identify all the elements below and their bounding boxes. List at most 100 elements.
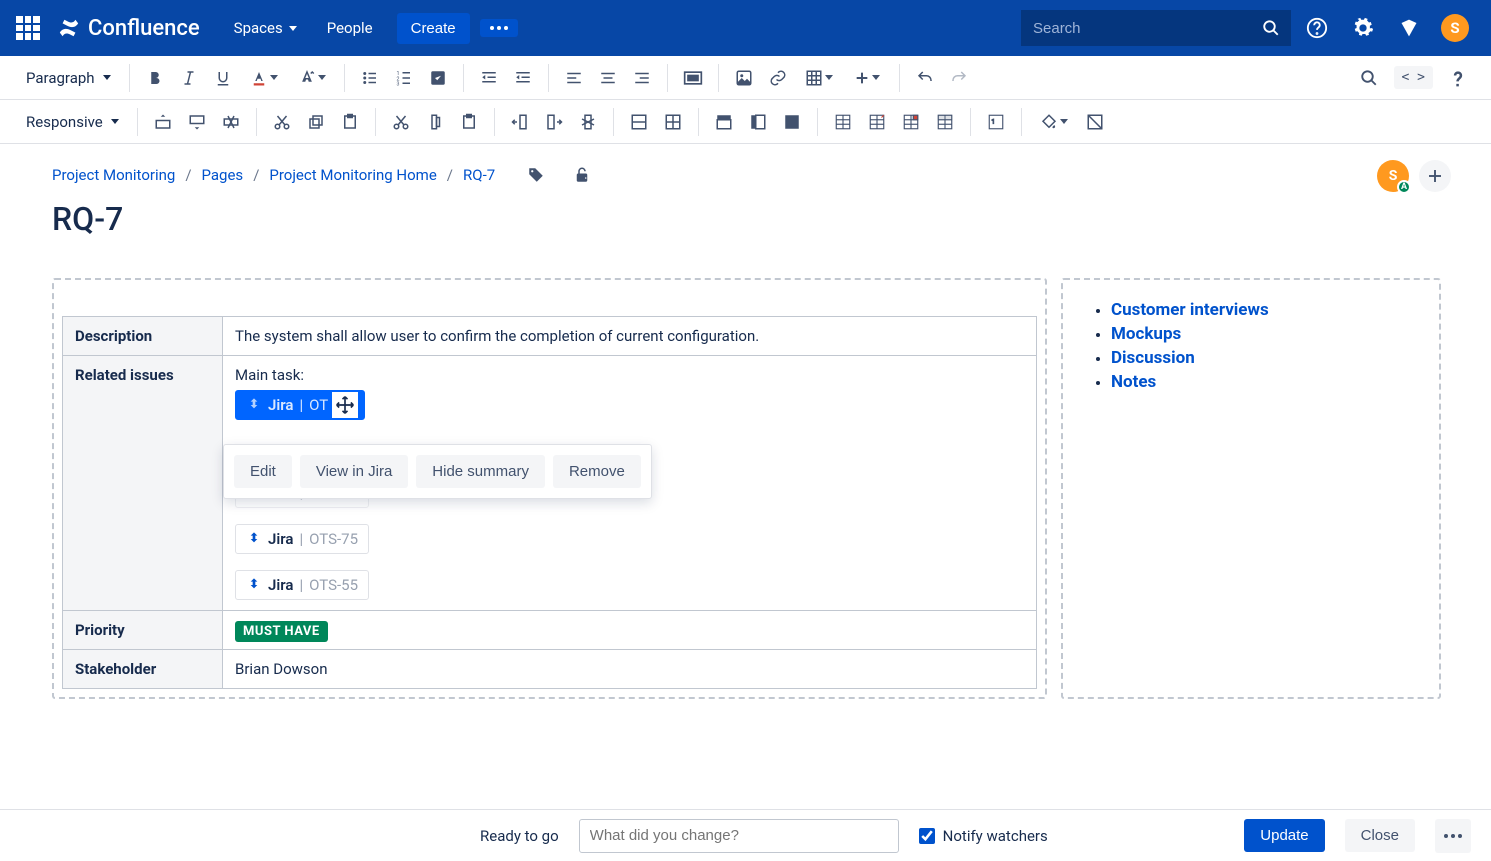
table-style-2-button[interactable] (860, 105, 894, 139)
cell-fill-button[interactable] (1030, 113, 1078, 131)
outdent-button[interactable] (472, 61, 506, 95)
editor-help-button[interactable] (1441, 61, 1475, 95)
align-center-button[interactable] (591, 61, 625, 95)
paragraph-style-select[interactable]: Paragraph (16, 63, 121, 93)
image-button[interactable] (727, 61, 761, 95)
find-button[interactable] (1352, 61, 1386, 95)
copy-row-button[interactable] (299, 105, 333, 139)
paste-row-button[interactable] (333, 105, 367, 139)
split-cells-button[interactable] (656, 105, 690, 139)
heading-row-button[interactable] (707, 105, 741, 139)
nav-people[interactable]: People (315, 11, 385, 45)
col-paste-button[interactable] (452, 105, 486, 139)
link-button[interactable] (761, 61, 795, 95)
col-delete-button[interactable] (571, 105, 605, 139)
row-label[interactable]: Priority (63, 611, 223, 650)
bullet-list-button[interactable] (353, 61, 387, 95)
redo-button[interactable] (942, 61, 976, 95)
confluence-logo[interactable]: Confluence (58, 16, 200, 41)
underline-button[interactable] (206, 61, 240, 95)
nav-spaces[interactable]: Spaces (222, 11, 309, 45)
macro-edit-button[interactable]: Edit (234, 455, 292, 488)
spec-table[interactable]: Description The system shall allow user … (62, 316, 1037, 689)
row-value[interactable]: Brian Dowson (223, 650, 1037, 689)
side-link[interactable]: Notes (1111, 372, 1156, 392)
task-list-button[interactable] (421, 61, 455, 95)
row-label[interactable]: Stakeholder (63, 650, 223, 689)
change-comment-input[interactable] (579, 819, 899, 853)
side-link[interactable]: Discussion (1111, 348, 1195, 368)
macro-view-button[interactable]: View in Jira (300, 455, 408, 488)
insert-button[interactable] (843, 70, 891, 86)
col-copy-button[interactable] (418, 105, 452, 139)
row-value[interactable]: Main task: Jira | OT Edit Vi (223, 356, 1037, 611)
heading-col-button[interactable] (741, 105, 775, 139)
layout-column-main[interactable]: Description The system shall allow user … (52, 278, 1047, 699)
breadcrumb-pages[interactable]: Pages (202, 166, 244, 184)
row-label[interactable]: Related issues (63, 356, 223, 611)
settings-icon[interactable] (1343, 8, 1383, 48)
delete-table-button[interactable] (1078, 105, 1112, 139)
jira-macro[interactable]: Jira | OTS-55 (235, 570, 369, 600)
create-button[interactable]: Create (397, 13, 470, 44)
responsive-select[interactable]: Responsive (16, 107, 129, 137)
undo-button[interactable] (908, 61, 942, 95)
row-label[interactable]: Description (63, 317, 223, 356)
col-insert-after-button[interactable] (537, 105, 571, 139)
number-list-button[interactable]: 123 (387, 61, 421, 95)
app-switcher-icon[interactable] (16, 16, 40, 40)
indent-button[interactable] (506, 61, 540, 95)
table-style-3-button[interactable] (894, 105, 928, 139)
notify-watchers-checkbox[interactable]: Notify watchers (919, 827, 1048, 845)
no-heading-button[interactable] (775, 105, 809, 139)
jira-macro[interactable]: Jira | OTS-75 (235, 524, 369, 554)
col-insert-before-button[interactable] (503, 105, 537, 139)
cut-row-button[interactable] (265, 105, 299, 139)
more-menu-button[interactable] (480, 19, 518, 37)
source-editor-button[interactable]: < > (1394, 66, 1433, 89)
notifications-icon[interactable] (1389, 8, 1429, 48)
breadcrumb-space[interactable]: Project Monitoring (52, 166, 175, 184)
page-title[interactable]: RQ-7 (52, 200, 1451, 238)
labels-icon[interactable] (527, 166, 545, 184)
search-input[interactable] (1021, 20, 1251, 37)
bold-button[interactable] (138, 61, 172, 95)
add-collaborator-button[interactable] (1419, 160, 1451, 192)
table-button[interactable] (795, 69, 843, 87)
row-value[interactable]: MUST HAVE (223, 611, 1037, 650)
layout-column-side[interactable]: Customer interviews Mockups Discussion N… (1061, 278, 1441, 699)
help-icon[interactable] (1297, 8, 1337, 48)
restrictions-icon[interactable] (573, 166, 591, 184)
macro-remove-button[interactable]: Remove (553, 455, 641, 488)
table-style-1-button[interactable] (826, 105, 860, 139)
row-insert-after-button[interactable] (180, 105, 214, 139)
collaborator-avatar[interactable]: S A (1377, 160, 1409, 192)
layout-button[interactable] (676, 61, 710, 95)
update-button[interactable]: Update (1244, 819, 1324, 852)
footer-more-button[interactable] (1435, 819, 1471, 853)
italic-button[interactable] (172, 61, 206, 95)
profile-avatar[interactable]: S (1435, 8, 1475, 48)
editor-canvas[interactable]: S A Project Monitoring / Pages / Project… (0, 144, 1491, 809)
jira-macro-selected[interactable]: Jira | OT (235, 390, 365, 420)
macro-hide-button[interactable]: Hide summary (416, 455, 545, 488)
close-button[interactable]: Close (1345, 819, 1415, 852)
align-left-button[interactable] (557, 61, 591, 95)
breadcrumb-current[interactable]: RQ-7 (463, 166, 495, 184)
merge-cells-button[interactable] (622, 105, 656, 139)
table-style-4-button[interactable] (928, 105, 962, 139)
search-box[interactable] (1021, 10, 1291, 46)
numbered-headings-button[interactable]: 1 (979, 105, 1013, 139)
align-right-button[interactable] (625, 61, 659, 95)
search-icon[interactable] (1251, 19, 1291, 37)
more-formatting-button[interactable] (288, 69, 336, 87)
row-value[interactable]: The system shall allow user to confirm t… (223, 317, 1037, 356)
breadcrumb-home[interactable]: Project Monitoring Home (269, 166, 436, 184)
row-delete-button[interactable] (214, 105, 248, 139)
side-link[interactable]: Customer interviews (1111, 300, 1269, 320)
row-insert-before-button[interactable] (146, 105, 180, 139)
side-link[interactable]: Mockups (1111, 324, 1181, 344)
notify-checkbox-input[interactable] (919, 828, 935, 844)
text-color-button[interactable] (240, 69, 288, 87)
col-cut-button[interactable] (384, 105, 418, 139)
